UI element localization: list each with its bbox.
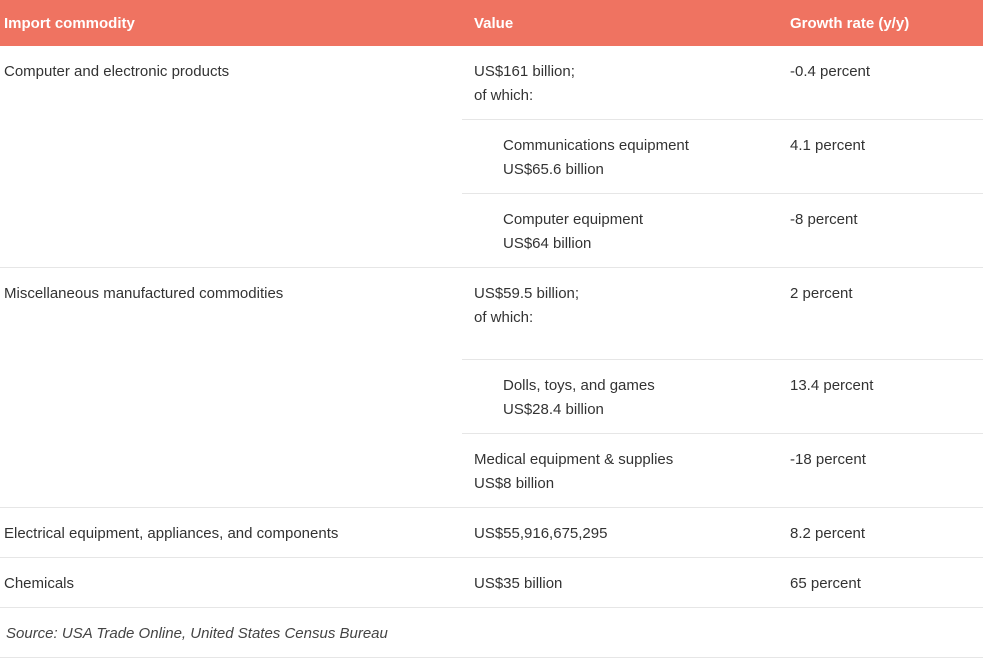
header-growth-rate: Growth rate (y/y) [778, 0, 983, 46]
table-row: Computer and electronic products US$161 … [0, 46, 983, 268]
growth-cell: 65 percent [778, 557, 983, 608]
header-value: Value [462, 0, 778, 46]
growth-cell: -8 percent [778, 193, 983, 268]
value-line: US$65.6 billion [503, 161, 604, 178]
value-line: Communications equipment [503, 137, 689, 154]
growth-cell: -0.4 percent [778, 46, 983, 120]
growth-cell: -18 percent [778, 433, 983, 508]
imports-table: Import commodity Value Growth rate (y/y)… [0, 0, 983, 658]
value-cell: US$59.5 billion; of which: [462, 267, 778, 360]
table-header-row: Import commodity Value Growth rate (y/y) [0, 0, 983, 46]
source-note: Source: USA Trade Online, United States … [0, 607, 983, 658]
growth-cell: 8.2 percent [778, 507, 983, 558]
value-line: of which: [474, 87, 534, 104]
value-line: Computer equipment [503, 211, 644, 228]
value-cell: US$161 billion; of which: [462, 46, 778, 120]
commodity-cell: Miscellaneous manufactured commodities [0, 267, 462, 508]
value-line: Medical equipment & supplies [474, 451, 674, 468]
table-row: Chemicals US$35 billion 65 percent [0, 557, 983, 608]
value-cell: Communications equipment US$65.6 billion [462, 119, 778, 194]
value-cell: Computer equipment US$64 billion [462, 193, 778, 268]
value-line: US$161 billion; [474, 63, 575, 80]
commodity-cell: Computer and electronic products [0, 46, 462, 268]
source-row: Source: USA Trade Online, United States … [0, 607, 983, 658]
value-line: of which: [474, 309, 534, 326]
commodity-cell: Chemicals [0, 557, 462, 608]
commodity-cell: Electrical equipment, appliances, and co… [0, 507, 462, 558]
value-line: Dolls, toys, and games [503, 377, 655, 394]
value-cell: US$35 billion [462, 557, 778, 608]
value-cell: Medical equipment & supplies US$8 billio… [462, 433, 778, 508]
header-import-commodity: Import commodity [0, 0, 462, 46]
value-cell: Dolls, toys, and games US$28.4 billion [462, 359, 778, 434]
value-line: US$64 billion [503, 235, 592, 252]
growth-cell: 2 percent [778, 267, 983, 360]
table-row: Miscellaneous manufactured commodities U… [0, 267, 983, 508]
value-line: US$8 billion [474, 475, 555, 492]
table-row: Electrical equipment, appliances, and co… [0, 507, 983, 558]
value-cell: US$55,916,675,295 [462, 507, 778, 558]
value-line: US$59.5 billion; [474, 285, 580, 302]
value-line: US$28.4 billion [503, 401, 604, 418]
growth-cell: 13.4 percent [778, 359, 983, 434]
growth-cell: 4.1 percent [778, 119, 983, 194]
